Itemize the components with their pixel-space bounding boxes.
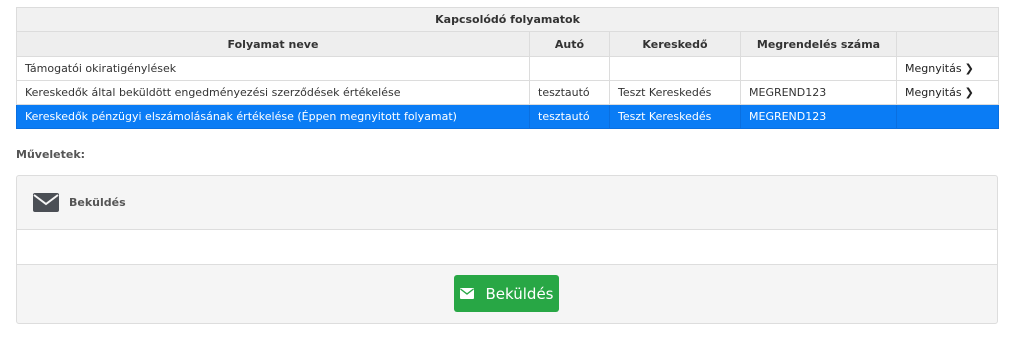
action-cell: Megnyitás ❯ [895,80,1000,105]
envelope-icon [459,288,474,299]
column-header-order: Megrendelés száma [740,31,897,57]
column-header-action [895,31,1000,57]
chevron-right-icon: ❯ [964,62,974,75]
open-link-label: Megnyitás [905,86,962,99]
submit-button[interactable]: Beküldés [454,275,559,312]
envelope-icon [33,193,59,212]
table-caption: Kapcsolódó folyamatok [15,7,1000,32]
order-number-cell: MEGREND123 [740,104,897,129]
dealer-cell: Teszt Kereskedés [609,80,741,105]
submit-panel-body [17,230,997,265]
process-name-cell: Kereskedők pénzügyi elszámolásának érték… [16,104,530,129]
column-header-name: Folyamat neve [16,31,530,57]
table-row[interactable]: Támogatói okiratigénylések Megnyitás ❯ [16,56,1000,81]
open-link[interactable]: Megnyitás ❯ [905,86,974,99]
table-row[interactable]: Kereskedők által beküldött engedményezés… [16,80,1000,105]
process-name-cell: Kereskedők által beküldött engedményezés… [16,80,530,105]
car-cell: tesztautó [529,104,610,129]
action-cell: Megnyitás ❯ [895,56,1000,81]
dealer-cell [609,56,741,81]
column-header-dealer: Kereskedő [609,31,741,57]
submit-button-label: Beküldés [485,284,554,303]
chevron-right-icon: ❯ [964,86,974,99]
order-number-cell: MEGREND123 [740,80,897,105]
action-cell [895,104,1000,129]
open-link-label: Megnyitás [905,62,962,75]
related-processes-table-wrapper: Kapcsolódó folyamatok Folyamat neve Autó… [15,7,1000,129]
submit-panel-header: Beküldés [17,176,997,230]
related-processes-table: Kapcsolódó folyamatok Folyamat neve Autó… [15,7,1000,129]
process-name-cell: Támogatói okiratigénylések [16,56,530,81]
open-link[interactable]: Megnyitás ❯ [905,62,974,75]
submit-panel-title: Beküldés [69,196,126,209]
submit-panel-footer: Beküldés [17,265,997,323]
table-header-row: Folyamat neve Autó Kereskedő Megrendelés… [16,31,1000,57]
column-header-car: Autó [529,31,610,57]
car-cell [529,56,610,81]
car-cell: tesztautó [529,80,610,105]
dealer-cell: Teszt Kereskedés [609,104,741,129]
operations-label: Műveletek: [16,148,86,161]
order-number-cell [740,56,897,81]
table-row-selected[interactable]: Kereskedők pénzügyi elszámolásának érték… [16,104,1000,129]
submit-panel: Beküldés Beküldés [16,175,998,324]
